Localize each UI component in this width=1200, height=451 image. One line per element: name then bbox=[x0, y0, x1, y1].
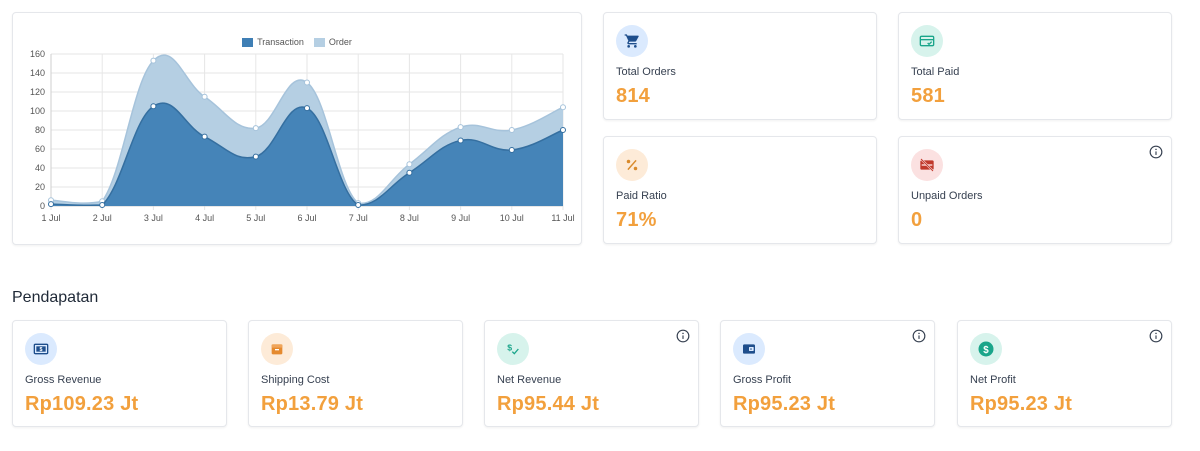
card-off-icon bbox=[911, 149, 943, 181]
stat-value: 71% bbox=[616, 209, 657, 231]
revenue-label: Shipping Cost bbox=[261, 374, 330, 386]
data-point-order bbox=[560, 104, 566, 111]
stat-card-unpaid-orders: Unpaid Orders 0 bbox=[898, 136, 1172, 244]
info-icon[interactable] bbox=[1149, 145, 1163, 159]
data-point-transaction bbox=[99, 202, 106, 209]
stat-label: Unpaid Orders bbox=[911, 190, 983, 202]
data-point-order bbox=[457, 124, 464, 131]
revenue-label: Net Profit bbox=[970, 374, 1016, 386]
svg-text:$: $ bbox=[983, 345, 989, 356]
y-tick-label: 100 bbox=[30, 106, 45, 116]
box-icon bbox=[261, 333, 293, 365]
x-tick-label: 5 Jul bbox=[246, 213, 265, 223]
dollar-circle-icon: $ bbox=[970, 333, 1002, 365]
x-tick-label: 8 Jul bbox=[400, 213, 419, 223]
y-tick-label: 0 bbox=[40, 201, 45, 211]
revenue-value: Rp13.79 Jt bbox=[261, 393, 364, 415]
stat-value: 581 bbox=[911, 85, 945, 107]
revenue-card-gross-revenue: $ Gross Revenue Rp109.23 Jt bbox=[12, 320, 227, 427]
stat-label: Total Paid bbox=[911, 66, 960, 78]
y-tick-label: 160 bbox=[30, 49, 45, 59]
data-point-order bbox=[508, 127, 515, 133]
revenue-value: Rp95.23 Jt bbox=[970, 393, 1073, 415]
x-tick-label: 2 Jul bbox=[93, 213, 112, 223]
x-tick-label: 11 Jul bbox=[551, 213, 574, 223]
wallet-icon bbox=[733, 333, 765, 365]
data-point-order bbox=[150, 57, 157, 64]
transactions-chart-card: Transaction Order 0 20 40 60 80 100 120 140 160 1… bbox=[12, 12, 582, 245]
info-icon[interactable] bbox=[912, 329, 926, 343]
data-point-transaction bbox=[508, 146, 515, 153]
x-tick-label: 4 Jul bbox=[195, 213, 214, 223]
y-tick-label: 20 bbox=[35, 182, 45, 192]
svg-text:$: $ bbox=[507, 342, 512, 352]
y-tick-label: 80 bbox=[35, 125, 45, 135]
y-tick-label: 120 bbox=[30, 87, 45, 97]
data-point-transaction bbox=[406, 169, 413, 176]
data-point-order bbox=[304, 79, 310, 86]
stat-label: Paid Ratio bbox=[616, 190, 667, 202]
data-point-order bbox=[406, 161, 413, 168]
revenue-label: Gross Profit bbox=[733, 374, 792, 386]
x-tick-label: 9 Jul bbox=[451, 213, 470, 223]
data-point-transaction bbox=[48, 201, 54, 208]
data-point-transaction bbox=[304, 105, 310, 112]
dollar-check-icon: $ bbox=[497, 333, 529, 365]
stat-card-total-orders: Total Orders 814 bbox=[603, 12, 877, 120]
stat-card-paid-ratio: Paid Ratio 71% bbox=[603, 136, 877, 244]
stat-value: 0 bbox=[911, 209, 923, 231]
card-check-icon bbox=[911, 25, 943, 57]
data-point-transaction bbox=[355, 202, 362, 209]
y-tick-label: 40 bbox=[35, 163, 45, 173]
info-icon[interactable] bbox=[1149, 329, 1163, 343]
money-icon: $ bbox=[25, 333, 57, 365]
revenue-card-shipping-cost: Shipping Cost Rp13.79 Jt bbox=[248, 320, 463, 427]
revenue-label: Net Revenue bbox=[497, 374, 562, 386]
revenue-card-gross-profit: Gross Profit Rp95.23 Jt bbox=[720, 320, 935, 427]
x-tick-label: 6 Jul bbox=[297, 213, 316, 223]
revenue-value: Rp95.44 Jt bbox=[497, 393, 600, 415]
area-chart: 0 20 40 60 80 100 120 140 160 1 Jul 2 Jul 3 Jul 4 Ju… bbox=[30, 49, 575, 223]
data-point-order bbox=[252, 125, 259, 132]
data-point-transaction bbox=[252, 153, 259, 160]
revenue-label: Gross Revenue bbox=[25, 374, 102, 386]
revenue-card-net-profit: $ Net Profit Rp95.23 Jt bbox=[957, 320, 1172, 427]
data-point-transaction bbox=[560, 127, 566, 133]
y-tick-label: 140 bbox=[30, 68, 45, 78]
x-tick-label: 3 Jul bbox=[144, 213, 163, 223]
revenue-value: Rp95.23 Jt bbox=[733, 393, 836, 415]
x-tick-label: 7 Jul bbox=[349, 213, 368, 223]
x-tick-label: 10 Jul bbox=[500, 213, 524, 223]
cart-icon bbox=[616, 25, 648, 57]
section-title: Pendapatan bbox=[12, 289, 99, 306]
x-tick-label: 1 Jul bbox=[41, 213, 60, 223]
stat-value: 814 bbox=[616, 85, 650, 107]
data-point-transaction bbox=[457, 137, 464, 144]
info-icon[interactable] bbox=[676, 329, 690, 343]
y-tick-label: 60 bbox=[35, 144, 45, 154]
data-point-transaction bbox=[201, 133, 208, 140]
svg-text:$: $ bbox=[40, 347, 43, 353]
percent-icon bbox=[616, 149, 648, 181]
revenue-card-net-revenue: $ Net Revenue Rp95.44 Jt bbox=[484, 320, 699, 427]
data-point-order bbox=[201, 93, 208, 100]
data-point-transaction bbox=[150, 103, 157, 110]
stat-card-total-paid: Total Paid 581 bbox=[898, 12, 1172, 120]
stat-label: Total Orders bbox=[616, 66, 676, 78]
revenue-value: Rp109.23 Jt bbox=[25, 393, 139, 415]
